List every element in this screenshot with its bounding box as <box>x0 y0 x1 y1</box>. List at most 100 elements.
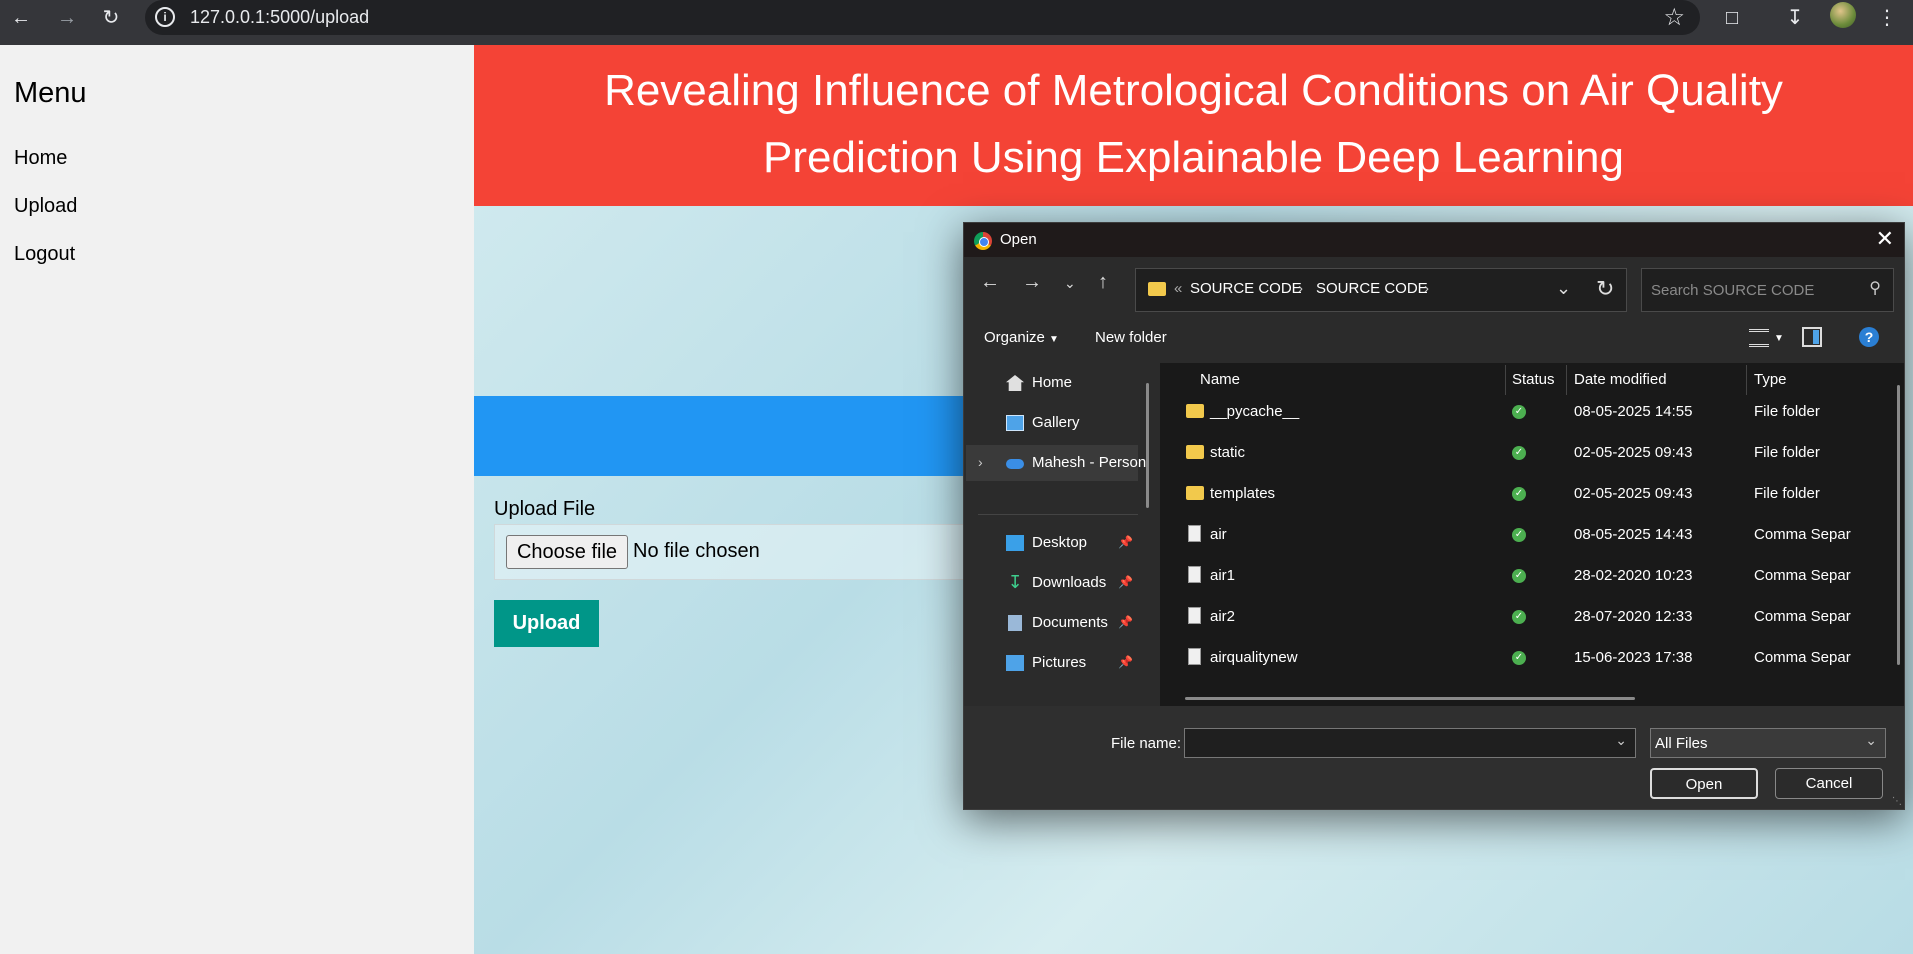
file-type: Comma Separ <box>1754 526 1851 543</box>
help-icon[interactable]: ? <box>1859 327 1879 347</box>
location-bar[interactable]: « SOURCE CODE › SOURCE CODE › ⌄ ↻ <box>1135 268 1627 312</box>
extensions-icon[interactable]: □ <box>1717 3 1747 33</box>
blue-banner <box>474 396 994 476</box>
sidebar-item-home[interactable]: Home <box>14 147 67 170</box>
file-row[interactable]: air ✓ 08-05-2025 14:43 Comma Separ <box>1160 515 1904 555</box>
up-folder-icon[interactable]: ↑ <box>1098 271 1108 294</box>
pictures-icon <box>1006 655 1024 671</box>
file-name: templates <box>1210 485 1276 502</box>
column-divider[interactable] <box>1566 365 1567 395</box>
expand-chevron-icon[interactable]: › <box>978 454 983 470</box>
breadcrumb-item[interactable]: SOURCE CODE <box>1190 280 1302 297</box>
file-date: 28-02-2020 10:23 <box>1574 567 1693 584</box>
breadcrumb-item[interactable]: SOURCE CODE <box>1316 280 1428 297</box>
sync-status-icon: ✓ <box>1512 405 1526 419</box>
file-name: air2 <box>1210 608 1236 625</box>
file-input[interactable]: Choose file No file chosen <box>494 524 994 580</box>
chevron-down-icon[interactable]: ⌄ <box>1615 732 1627 749</box>
document-icon <box>1188 648 1201 665</box>
folder-icon <box>1186 486 1204 500</box>
nav-item-label: Pictures <box>1032 654 1087 671</box>
sync-status-icon: ✓ <box>1512 610 1526 624</box>
navigation-pane: Home Gallery › Mahesh - Person Desktop 📌… <box>964 363 1154 706</box>
file-type: File folder <box>1754 485 1820 502</box>
file-date: 08-05-2025 14:43 <box>1574 526 1693 543</box>
file-name: static <box>1210 444 1246 461</box>
download-icon[interactable]: ↧ <box>1780 3 1810 33</box>
search-input[interactable]: Search SOURCE CODE ⚲ <box>1641 268 1894 312</box>
horizontal-scrollbar[interactable] <box>1185 697 1635 700</box>
column-divider[interactable] <box>1505 365 1506 395</box>
folder-icon <box>1186 404 1204 418</box>
nav-item-gallery[interactable]: Gallery <box>966 405 1138 441</box>
sync-status-icon: ✓ <box>1512 651 1526 665</box>
view-options-icon[interactable] <box>1749 329 1769 347</box>
organize-button[interactable]: Organize ▼ <box>984 329 1059 346</box>
file-type-value: All Files <box>1655 735 1708 752</box>
forward-icon[interactable]: → <box>1022 271 1042 294</box>
chrome-logo-icon <box>974 232 992 250</box>
file-type-select[interactable]: All Files ⌄ <box>1650 728 1886 758</box>
caret-down-icon[interactable]: ▼ <box>1774 333 1784 344</box>
vertical-scrollbar[interactable] <box>1897 385 1900 665</box>
back-icon[interactable]: ← <box>6 3 36 33</box>
profile-avatar[interactable] <box>1830 2 1856 28</box>
forward-icon[interactable]: → <box>52 3 82 33</box>
file-row[interactable]: static ✓ 02-05-2025 09:43 File folder <box>1160 433 1904 473</box>
chevron-down-icon[interactable]: ⌄ <box>1556 278 1571 299</box>
dialog-titlebar[interactable]: Open ✕ <box>964 223 1904 257</box>
menu-kebab-icon[interactable]: ⋮ <box>1872 3 1902 33</box>
breadcrumb-overflow[interactable]: « <box>1174 280 1182 297</box>
file-list: ⌃ Name Status Date modified Type __pycac… <box>1160 363 1904 706</box>
file-name-input[interactable]: ⌄ <box>1184 728 1636 758</box>
back-icon[interactable]: ← <box>980 271 1000 294</box>
open-file-dialog: Open ✕ ← → ⌄ ↑ « SOURCE CODE › SOURCE CO… <box>963 222 1905 810</box>
file-row[interactable]: templates ✓ 02-05-2025 09:43 File folder <box>1160 474 1904 514</box>
site-info-icon[interactable]: i <box>155 7 175 27</box>
document-icon <box>1188 566 1201 583</box>
sidebar-item-upload[interactable]: Upload <box>14 195 77 218</box>
nav-item-home[interactable]: Home <box>966 365 1138 401</box>
nav-item-onedrive[interactable]: › Mahesh - Person <box>966 445 1146 481</box>
new-folder-button[interactable]: New folder <box>1095 329 1167 346</box>
choose-file-button[interactable]: Choose file <box>506 535 628 569</box>
cancel-button[interactable]: Cancel <box>1775 768 1883 799</box>
file-type: Comma Separ <box>1754 567 1851 584</box>
file-type: Comma Separ <box>1754 608 1851 625</box>
desktop-icon <box>1006 535 1024 551</box>
resize-grip-icon[interactable]: ⋱ <box>1892 796 1902 807</box>
sidebar-item-logout[interactable]: Logout <box>14 243 75 266</box>
nav-item-documents[interactable]: Documents 📌 <box>966 605 1138 641</box>
nav-scrollbar[interactable] <box>1146 383 1149 508</box>
sidebar: Menu Home Upload Logout <box>0 45 474 954</box>
file-row[interactable]: airqualitynew ✓ 15-06-2023 17:38 Comma S… <box>1160 638 1904 678</box>
folder-icon <box>1148 282 1166 296</box>
preview-pane-icon[interactable] <box>1802 327 1822 347</box>
url-text[interactable]: 127.0.0.1:5000/upload <box>190 7 369 28</box>
nav-divider <box>978 514 1138 515</box>
upload-button[interactable]: Upload <box>494 600 599 647</box>
sync-status-icon: ✓ <box>1512 569 1526 583</box>
file-row[interactable]: air2 ✓ 28-07-2020 12:33 Comma Separ <box>1160 597 1904 637</box>
refresh-icon[interactable]: ↻ <box>1596 276 1614 302</box>
sidebar-title: Menu <box>14 77 87 109</box>
nav-item-downloads[interactable]: ↧ Downloads 📌 <box>966 565 1138 601</box>
reload-icon[interactable]: ↻ <box>96 3 126 33</box>
close-icon[interactable]: ✕ <box>1876 226 1894 252</box>
recent-locations-icon[interactable]: ⌄ <box>1064 275 1076 292</box>
open-button[interactable]: Open <box>1650 768 1758 799</box>
bookmark-star-icon[interactable]: ☆ <box>1663 3 1685 32</box>
no-file-text: No file chosen <box>633 540 760 562</box>
nav-item-label: Gallery <box>1032 414 1080 431</box>
sync-status-icon: ✓ <box>1512 446 1526 460</box>
pin-icon: 📌 <box>1118 575 1133 589</box>
column-divider[interactable] <box>1746 365 1747 395</box>
nav-item-desktop[interactable]: Desktop 📌 <box>966 525 1138 561</box>
nav-item-pictures[interactable]: Pictures 📌 <box>966 645 1138 681</box>
address-bar[interactable]: i 127.0.0.1:5000/upload ☆ <box>145 0 1700 35</box>
file-row[interactable]: air1 ✓ 28-02-2020 10:23 Comma Separ <box>1160 556 1904 596</box>
page-title-line2: Prediction Using Explainable Deep Learni… <box>763 133 1624 182</box>
file-row[interactable]: __pycache__ ✓ 08-05-2025 14:55 File fold… <box>1160 392 1904 432</box>
nav-item-label: Mahesh - Person <box>1032 454 1147 471</box>
dialog-title: Open <box>1000 231 1037 248</box>
